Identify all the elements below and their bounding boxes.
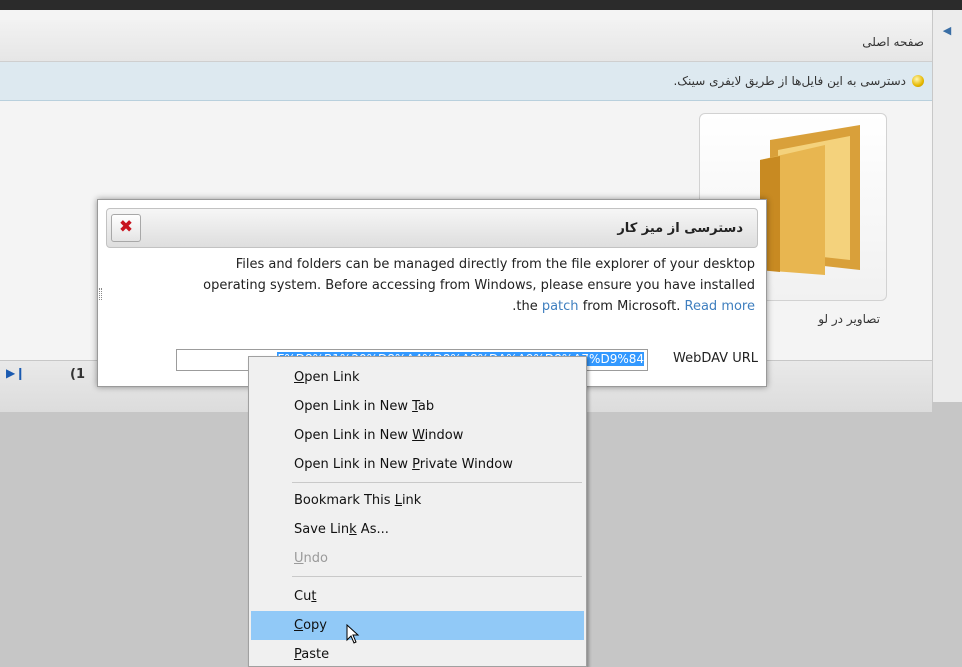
mnemonic-u: U <box>294 551 304 566</box>
webdav-url-label: WebDAV URL <box>672 351 758 366</box>
menu-item-copy[interactable]: Copy <box>251 611 584 640</box>
lightbulb-icon <box>912 75 924 87</box>
mnemonic-p: P <box>412 457 420 472</box>
mnemonic-c: C <box>294 618 304 633</box>
menu-item-undo[interactable]: Undo <box>251 544 584 573</box>
mnemonic-w: W <box>412 428 425 443</box>
dialog-title: دسترسی از میز کار <box>617 221 743 236</box>
resize-grip[interactable] <box>99 288 102 300</box>
menu-item-open-link-new-window[interactable]: Open Link in New Window <box>251 421 584 450</box>
menu-item-open-link-new-tab[interactable]: Open Link in New Tab <box>251 392 584 421</box>
info-bar: دسترسی به این فایل‌ها از طریق لایفری سین… <box>0 62 932 101</box>
description-line-1: Files and folders can be managed directl… <box>235 257 755 272</box>
folder-label[interactable]: تصاویر در لو <box>760 312 880 326</box>
close-button[interactable]: ✖ <box>111 214 141 242</box>
menu-item-save-link-as[interactable]: Save Link As... <box>251 515 584 544</box>
description-line-3: .the patch from Microsoft. Read more <box>112 296 755 317</box>
description-line-3-start: .the <box>512 299 538 314</box>
patch-link[interactable]: patch <box>542 299 579 314</box>
last-page-icon[interactable]: ▶❙ <box>6 366 25 382</box>
dialog-description: Files and folders can be managed directl… <box>112 254 755 317</box>
menu-item-cut[interactable]: Cut <box>251 582 584 611</box>
info-text: دسترسی به این فایل‌ها از طریق لایفری سین… <box>673 74 906 88</box>
mnemonic-o: O <box>294 370 305 385</box>
mnemonic-p2: P <box>294 647 302 662</box>
mnemonic-l: L <box>394 493 402 508</box>
read-more-link[interactable]: Read more <box>685 299 755 314</box>
breadcrumb-home[interactable]: صفحه اصلی <box>862 35 924 49</box>
menu-item-bookmark-link[interactable]: Bookmark This Link <box>251 486 584 515</box>
menu-item-paste[interactable]: Paste <box>251 640 584 667</box>
mnemonic-t: T <box>412 399 418 414</box>
mouse-pointer-icon <box>346 624 360 644</box>
description-line-2: operating system. Before accessing from … <box>203 278 755 293</box>
chevron-left-icon[interactable]: ◀ <box>932 24 962 37</box>
context-menu: Open Link Open Link in New Tab Open Link… <box>248 356 587 667</box>
menu-item-open-link[interactable]: Open Link <box>251 363 584 392</box>
mnemonic-t2: t <box>311 589 317 604</box>
page-count: (1 <box>70 367 85 382</box>
top-strip <box>0 0 962 10</box>
menu-separator <box>292 576 582 577</box>
description-line-3-mid: from Microsoft. <box>582 299 681 314</box>
menu-separator <box>292 482 582 483</box>
right-sidebar: ◀ <box>932 10 962 402</box>
dialog-header: ✖ دسترسی از میز کار <box>106 208 758 248</box>
mnemonic-k: k <box>349 522 357 537</box>
breadcrumb: صفحه اصلی <box>0 20 932 62</box>
menu-item-open-link-private-window[interactable]: Open Link in New Private Window <box>251 450 584 479</box>
